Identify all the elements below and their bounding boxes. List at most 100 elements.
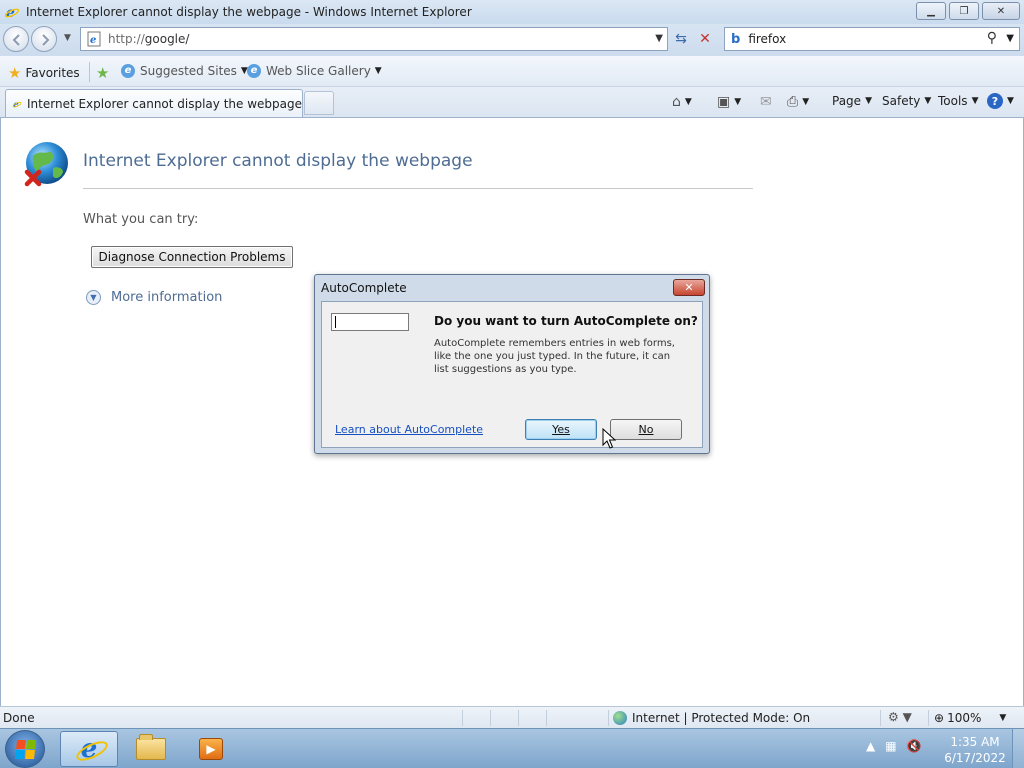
- page-menu-label: Page: [832, 94, 862, 108]
- bing-icon: b: [731, 31, 741, 47]
- zoom-control[interactable]: ⊕ 100% ▼: [934, 711, 1006, 725]
- stop-icon[interactable]: ✕: [694, 29, 716, 49]
- back-arrow-icon: [12, 34, 20, 46]
- title-bar: e Internet Explorer cannot display the w…: [0, 0, 1024, 24]
- close-window-button[interactable]: ✕: [982, 2, 1020, 20]
- address-dropdown-icon[interactable]: ▼: [655, 33, 663, 44]
- address-text[interactable]: http://google/: [108, 32, 189, 46]
- add-to-favorites-bar-button[interactable]: ★: [96, 64, 113, 82]
- status-divider: [518, 710, 519, 726]
- dialog-question: Do you want to turn AutoComplete on?: [434, 314, 698, 328]
- suggested-sites-button[interactable]: e Suggested Sites ▼: [121, 64, 248, 78]
- search-icon[interactable]: ⚲: [987, 30, 997, 46]
- favorites-bar: ★ Favorites ★ e Suggested Sites ▼ e Web …: [0, 56, 1024, 87]
- internet-zone-icon: [613, 711, 627, 725]
- restore-button[interactable]: ❐: [949, 2, 979, 20]
- learn-about-autocomplete-link[interactable]: Learn about AutoComplete: [335, 423, 483, 436]
- globe-error-icon: [24, 142, 68, 187]
- start-button[interactable]: [5, 730, 45, 768]
- system-tray: ▲ ▦ 🔇: [866, 739, 922, 753]
- dialog-body: Do you want to turn AutoComplete on? Aut…: [321, 301, 703, 448]
- folder-icon: [136, 734, 166, 760]
- printer-icon: ⎙: [787, 94, 799, 110]
- zone-label: Internet | Protected Mode: On: [632, 711, 811, 725]
- tab-label: Internet Explorer cannot display the web…: [27, 96, 302, 111]
- forward-arrow-icon: [42, 34, 50, 46]
- tab-active[interactable]: e Internet Explorer cannot display the w…: [5, 89, 303, 117]
- security-zone[interactable]: Internet | Protected Mode: On: [613, 711, 810, 725]
- forward-button[interactable]: [31, 26, 57, 52]
- taskbar-internet-explorer[interactable]: e: [60, 731, 118, 767]
- star-icon: ★: [8, 64, 22, 82]
- read-mail-button[interactable]: ✉: [760, 94, 772, 110]
- home-icon: ⌂: [672, 94, 681, 110]
- search-input[interactable]: firefox: [748, 32, 786, 46]
- show-hidden-icons-icon[interactable]: ▲: [866, 739, 875, 753]
- page-menu[interactable]: Page ▼: [832, 94, 872, 108]
- clock[interactable]: 1:35 AM 6/17/2022: [940, 734, 1010, 766]
- status-divider: [490, 710, 491, 726]
- close-icon: ✕: [684, 281, 694, 294]
- favorites-label: Favorites: [25, 66, 80, 80]
- print-button[interactable]: ⎙ ▼: [787, 94, 809, 110]
- address-host: google/: [144, 32, 190, 46]
- favorites-divider: [89, 62, 90, 82]
- dialog-close-button[interactable]: ✕: [673, 279, 705, 296]
- taskbar-media-player[interactable]: ▶: [182, 731, 240, 767]
- autocomplete-dialog: AutoComplete ✕ Do you want to turn AutoC…: [314, 274, 710, 454]
- taskbar: e ▶ ▲ ▦ 🔇 1:35 AM 6/17/2022: [0, 728, 1024, 768]
- recent-pages-dropdown[interactable]: ▼: [64, 33, 71, 43]
- web-slice-gallery-button[interactable]: e Web Slice Gallery ▼: [247, 64, 382, 78]
- ie-page-icon: e: [12, 100, 22, 110]
- status-bar: Done Internet | Protected Mode: On ⚙ ▼ ⊕…: [0, 706, 1024, 728]
- search-dropdown-icon[interactable]: ▼: [1006, 33, 1014, 44]
- status-text: Done: [3, 711, 35, 725]
- help-icon: ?: [987, 93, 1003, 109]
- status-divider: [880, 710, 881, 726]
- popup-blocker-button[interactable]: ⚙ ▼: [888, 710, 912, 724]
- ie-page-icon: e: [247, 64, 261, 78]
- taskbar-windows-explorer[interactable]: [122, 731, 180, 767]
- network-icon[interactable]: ▦: [885, 739, 896, 753]
- clock-date: 6/17/2022: [944, 751, 1006, 765]
- chevron-down-icon: ▼: [924, 96, 932, 106]
- more-information-link[interactable]: ▼ More information: [86, 290, 222, 305]
- new-tab-button[interactable]: [304, 91, 334, 115]
- minimize-button[interactable]: ▁: [916, 2, 946, 20]
- no-button[interactable]: No: [610, 419, 682, 440]
- address-prefix: http://: [108, 32, 145, 46]
- zoom-icon: ⊕: [934, 711, 945, 725]
- feeds-button[interactable]: ▣ ▼: [717, 94, 741, 110]
- home-button[interactable]: ⌂ ▼: [672, 94, 692, 110]
- tools-menu[interactable]: Tools ▼: [938, 94, 978, 108]
- chevron-down-icon: ▼: [1007, 96, 1014, 106]
- what-you-can-try-heading: What you can try:: [83, 212, 199, 227]
- show-desktop-button[interactable]: [1012, 729, 1024, 768]
- web-slice-gallery-label: Web Slice Gallery: [266, 64, 371, 78]
- tools-menu-label: Tools: [938, 94, 968, 108]
- mail-icon: ✉: [760, 94, 772, 110]
- yes-label: Yes: [552, 423, 570, 436]
- chevron-down-icon: ▼: [86, 290, 101, 305]
- favorites-button[interactable]: ★ Favorites: [8, 64, 80, 82]
- address-bar[interactable]: e http://google/ ▼: [80, 27, 668, 51]
- text-cursor: [335, 316, 336, 328]
- safety-menu[interactable]: Safety ▼: [882, 94, 931, 108]
- dialog-title-bar[interactable]: AutoComplete ✕: [315, 275, 709, 301]
- back-button[interactable]: [3, 26, 29, 52]
- security-settings-icon: ⚙ ▼: [888, 710, 912, 724]
- search-box[interactable]: b firefox ⚲ ▼: [724, 27, 1020, 51]
- add-favorite-icon: ★: [96, 64, 110, 82]
- ie-page-icon: e: [121, 64, 135, 78]
- svg-text:e: e: [90, 35, 96, 46]
- volume-muted-icon[interactable]: 🔇: [907, 739, 922, 753]
- close-icon: ✕: [996, 5, 1006, 17]
- refresh-icon[interactable]: ⇆: [670, 29, 692, 49]
- diagnose-connection-button[interactable]: Diagnose Connection Problems: [91, 246, 293, 268]
- autocomplete-sample-input[interactable]: [331, 313, 409, 331]
- yes-button[interactable]: Yes: [525, 419, 597, 440]
- minimize-icon: ▁: [927, 5, 935, 17]
- ie-icon: e: [4, 5, 20, 20]
- chevron-down-icon: ▼: [734, 97, 742, 107]
- help-menu[interactable]: ? ▼: [987, 93, 1014, 109]
